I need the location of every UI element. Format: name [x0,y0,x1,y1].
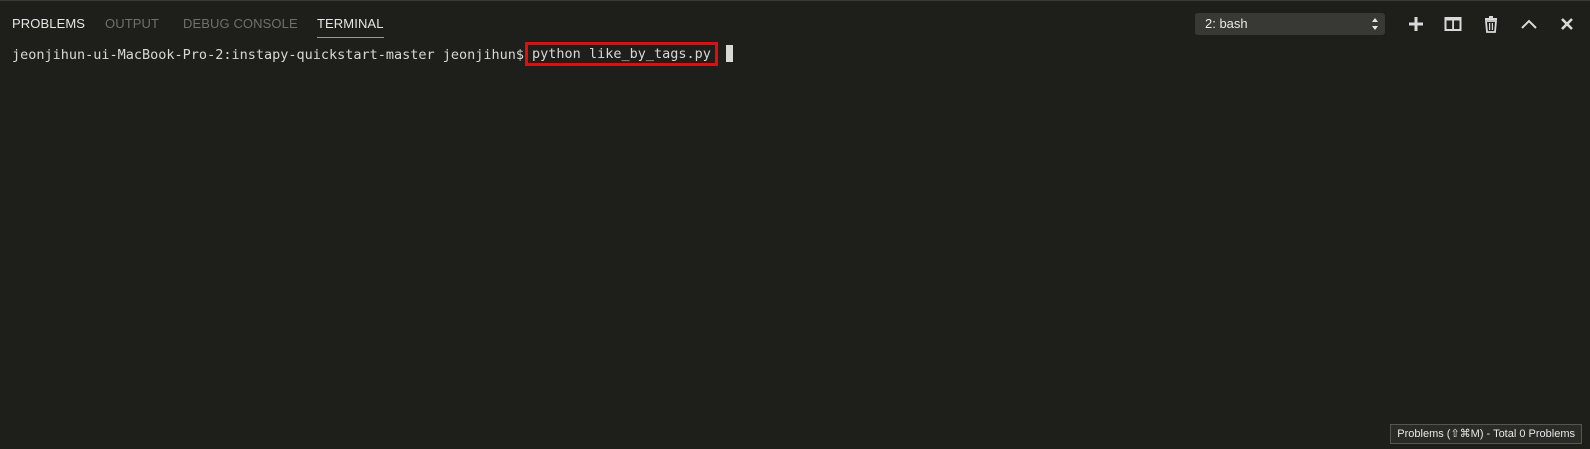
chevron-up-icon[interactable] [1520,15,1538,33]
tab-output[interactable]: OUTPUT [105,16,159,31]
terminal-shell-select-value: 2: bash [1205,16,1248,31]
panel-tab-bar: PROBLEMS OUTPUT DEBUG CONSOLE TERMINAL 2… [0,1,1590,43]
plus-icon[interactable] [1407,15,1425,33]
terminal-shell-select[interactable]: 2: bash [1195,13,1385,35]
close-icon[interactable] [1558,15,1576,33]
tab-terminal[interactable]: TERMINAL [317,16,384,38]
terminal-cursor [725,44,733,62]
terminal-line: jeonjihun-ui-MacBook-Pro-2:instapy-quick… [12,42,1578,66]
terminal-output[interactable]: jeonjihun-ui-MacBook-Pro-2:instapy-quick… [12,42,1578,419]
select-arrows-icon [1372,18,1378,30]
terminal-prompt: jeonjihun-ui-MacBook-Pro-2:instapy-quick… [12,47,525,63]
split-icon[interactable] [1444,15,1462,33]
terminal-panel: PROBLEMS OUTPUT DEBUG CONSOLE TERMINAL 2… [0,0,1590,449]
trash-icon[interactable] [1482,15,1500,33]
terminal-command: python like_by_tags.py [532,46,711,62]
highlighted-command: python like_by_tags.py [525,42,718,66]
tab-debug-console[interactable]: DEBUG CONSOLE [183,16,298,31]
tab-problems[interactable]: PROBLEMS [12,16,85,31]
problems-status-tooltip: Problems (⇧⌘M) - Total 0 Problems [1390,424,1582,444]
